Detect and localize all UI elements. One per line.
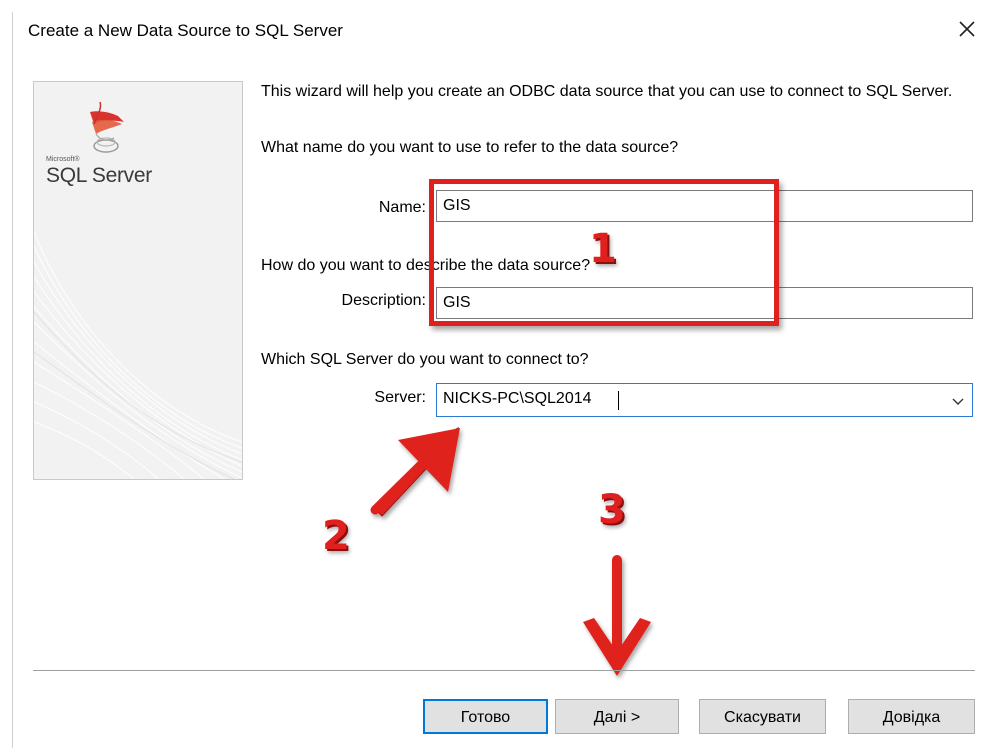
server-combobox[interactable]: NICKS-PC\SQL2014 [436,383,973,417]
arrow-up-right-icon [370,426,460,517]
text-caret [618,391,619,410]
branding-panel: Microsoft® SQL Server [33,81,243,480]
annotation-step-1: 1 [589,226,617,272]
window-border [12,12,13,748]
help-button[interactable]: Довідка [848,699,975,734]
name-label: Name: [378,199,426,216]
finish-button[interactable]: Готово [423,699,548,734]
cancel-button[interactable]: Скасувати [699,699,826,734]
next-button[interactable]: Далі > [555,699,679,734]
button-separator [33,670,975,671]
server-value[interactable]: NICKS-PC\SQL2014 [443,390,592,408]
wizard-intro-text: This wizard will help you create an ODBC… [261,83,953,100]
logo-sql-server-text: SQL Server [46,164,152,187]
name-question: What name do you want to use to refer to… [261,139,679,156]
description-label: Description: [341,292,426,309]
annotation-step-3: 3 [598,487,626,533]
chevron-down-icon[interactable] [950,393,966,409]
background-window-strip [0,0,983,12]
arrow-down-icon [583,555,651,676]
server-question: Which SQL Server do you want to connect … [261,351,589,368]
close-icon[interactable] [954,16,980,42]
dialog-title: Create a New Data Source to SQL Server [28,21,343,40]
annotation-step-2: 2 [322,513,350,559]
sql-server-logo-icon [90,101,124,153]
logo-microsoft-text: Microsoft® [46,156,80,163]
decorative-wave-graphic [34,231,242,479]
server-label: Server: [374,389,426,406]
